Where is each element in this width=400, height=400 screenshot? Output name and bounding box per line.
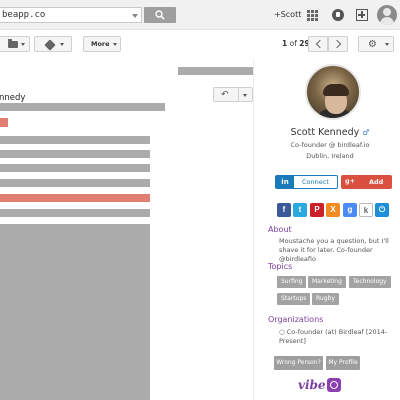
topic-tag[interactable]: Surfing — [277, 276, 307, 288]
linkedin-icon: in — [276, 176, 294, 188]
facebook-icon[interactable]: f — [277, 203, 291, 217]
xing-icon[interactable]: X — [326, 203, 340, 217]
move-to-folder-button[interactable] — [0, 36, 30, 52]
redacted-line — [0, 150, 150, 158]
pager-count: 1 of 29 — [282, 39, 310, 48]
redacted-line — [0, 209, 150, 217]
klout-icon[interactable]: k — [359, 203, 373, 217]
search-button[interactable] — [144, 7, 176, 23]
highlighted-line — [0, 194, 150, 202]
search-options-caret-icon[interactable] — [132, 14, 138, 18]
chevron-down-icon — [60, 43, 64, 46]
topic-tag[interactable]: Rugby — [312, 293, 339, 305]
vibe-logo[interactable]: vibe — [298, 378, 326, 392]
about-text: Moustache you a question, but I'll shave… — [279, 237, 389, 263]
profile-location: Dublin, Ireland — [306, 152, 354, 160]
male-icon: ♂ — [362, 128, 370, 137]
pinterest-icon[interactable]: P — [310, 203, 324, 217]
topics-heading: Topics — [268, 262, 293, 271]
redacted-line — [0, 164, 150, 172]
organizations-heading: Organizations — [268, 315, 324, 324]
gear-icon: ⚙ — [368, 39, 377, 50]
profile-name-text: Scott Kennedy — [290, 127, 360, 138]
instagram-icon[interactable] — [327, 378, 341, 392]
top-bar: beapp.co +Scott — [0, 0, 400, 30]
folder-icon — [8, 39, 18, 48]
google-plus-icon: g+ — [345, 177, 356, 185]
topic-tag[interactable]: Technology — [349, 276, 391, 288]
reply-more-button[interactable] — [239, 87, 253, 102]
chevron-down-icon — [113, 43, 117, 46]
about-heading: About — [268, 225, 292, 234]
profile-title: Co-founder @ birdleaf.io — [290, 141, 370, 149]
linkedin-connect-button[interactable]: in Connect — [275, 175, 338, 189]
older-button[interactable] — [328, 36, 348, 52]
pager-range: 1 — [282, 39, 288, 48]
topic-tag[interactable]: Marketing — [308, 276, 346, 288]
search-icon — [155, 10, 165, 20]
settings-button[interactable]: ⚙ — [358, 36, 394, 52]
notifications-icon[interactable] — [332, 9, 344, 21]
search-text: beapp.co — [2, 10, 46, 20]
reply-button[interactable]: ↶ — [213, 87, 239, 102]
organization-item: ○ Co-founder (at) Birdleaf [2014-Present… — [279, 328, 395, 346]
my-profile-button[interactable]: My Profile — [326, 356, 360, 370]
redacted-line — [0, 179, 150, 187]
profile-photo — [305, 64, 361, 120]
apps-grid-icon[interactable] — [307, 10, 318, 21]
more-label: More — [91, 40, 110, 48]
pager-of: of — [289, 39, 297, 48]
label-tag-icon — [44, 39, 56, 51]
profile-name: Scott Kennedy ♂ — [268, 127, 392, 138]
connect-label: Connect — [302, 178, 329, 186]
wrong-person-button[interactable]: Wrong Person? — [274, 356, 323, 370]
redacted-recipient — [0, 103, 165, 111]
google-icon[interactable]: g — [343, 203, 357, 217]
topic-tag[interactable]: Startups — [277, 293, 311, 305]
account-avatar-icon[interactable] — [377, 5, 397, 25]
chevron-down-icon — [243, 94, 247, 97]
chevron-down-icon — [21, 43, 25, 46]
user-profile-link[interactable]: +Scott — [274, 10, 301, 19]
redacted-body — [0, 224, 150, 400]
organization-text: Co-founder (at) Birdleaf [2014-Present] — [279, 328, 388, 345]
redacted-line — [0, 136, 150, 144]
redacted-timestamp — [178, 67, 254, 75]
google-plus-add-button[interactable]: g+ Add — [341, 175, 392, 189]
chevron-left-icon — [315, 39, 325, 49]
search-input[interactable]: beapp.co — [0, 7, 142, 23]
power-icon[interactable]: ⏻ — [375, 203, 389, 217]
more-button[interactable]: More — [83, 36, 121, 52]
sidebar-divider — [253, 60, 254, 400]
chevron-down-icon — [385, 43, 389, 46]
twitter-icon[interactable]: t — [293, 203, 307, 217]
chevron-right-icon — [332, 39, 342, 49]
share-plus-icon[interactable] — [356, 9, 368, 21]
newer-button[interactable] — [308, 36, 328, 52]
bullet-icon: ○ — [279, 328, 287, 336]
sender-name: nnedy — [0, 93, 26, 103]
highlight-marker — [0, 118, 8, 127]
labels-button[interactable] — [34, 36, 72, 52]
add-label: Add — [369, 178, 384, 186]
reply-arrow-icon: ↶ — [221, 90, 229, 100]
